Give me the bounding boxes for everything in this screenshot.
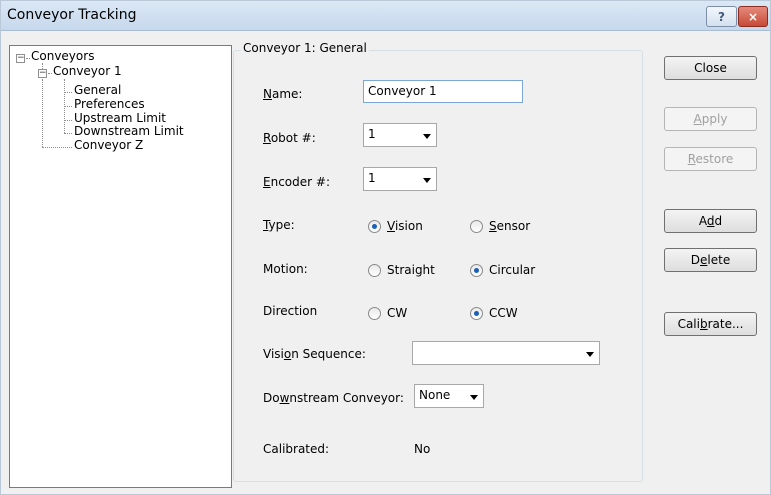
tree-item-conveyor-1[interactable]: Conveyor 1 (53, 64, 122, 78)
window-close-button[interactable]: × (738, 6, 768, 27)
tree-item-preferences[interactable]: Preferences (74, 97, 145, 111)
type-sensor-radio[interactable] (470, 220, 483, 233)
title-bar: Conveyor Tracking ? × (1, 1, 770, 31)
conveyor-tracking-window: Conveyor Tracking ? × − Conveyors − Conv… (0, 0, 771, 495)
direction-ccw-radio[interactable] (470, 307, 483, 320)
collapse-conveyor-1-icon[interactable]: − (38, 69, 47, 78)
tree-item-downstream-limit[interactable]: Downstream Limit (74, 124, 184, 138)
type-sensor-label[interactable]: Sensor (489, 219, 530, 233)
downstream-conveyor-select[interactable]: None (414, 384, 484, 408)
dropdown-arrow-icon (423, 178, 431, 183)
vision-sequence-select[interactable] (412, 341, 600, 365)
conveyor-tree[interactable]: − Conveyors − Conveyor 1 General Prefere… (9, 45, 232, 488)
window-title: Conveyor Tracking (7, 7, 137, 23)
downstream-conveyor-value: None (419, 388, 451, 402)
apply-button[interactable]: Apply (664, 107, 757, 131)
type-vision-label[interactable]: Vision (387, 219, 423, 233)
collapse-conveyors-icon[interactable]: − (16, 54, 25, 63)
tree-item-conveyor-z[interactable]: Conveyor Z (74, 138, 143, 152)
encoder-value: 1 (368, 171, 376, 185)
dropdown-arrow-icon (586, 352, 594, 357)
restore-button[interactable]: Restore (664, 147, 757, 171)
tree-item-conveyors[interactable]: Conveyors (31, 49, 94, 63)
calibrated-label: Calibrated: (263, 442, 330, 456)
downstream-conveyor-label: Downstream Conveyor: (263, 391, 404, 405)
vision-sequence-label: Vision Sequence: (263, 347, 366, 361)
motion-label: Motion: (263, 262, 308, 276)
calibrate-button[interactable]: Calibrate... (664, 312, 757, 336)
direction-label: Direction (263, 304, 318, 318)
motion-circular-radio[interactable] (470, 264, 483, 277)
encoder-label: Encoder #: (263, 175, 330, 189)
close-button[interactable]: Close (664, 56, 757, 80)
name-input[interactable]: Conveyor 1 (363, 80, 523, 103)
type-vision-radio[interactable] (368, 220, 381, 233)
type-label: Type: (263, 218, 295, 232)
groupbox-title: Conveyor 1: General (241, 41, 369, 55)
motion-straight-radio[interactable] (368, 264, 381, 277)
direction-ccw-label[interactable]: CCW (489, 306, 518, 320)
calibrated-value: No (414, 442, 431, 456)
dropdown-arrow-icon (470, 395, 478, 400)
name-label: Name: (263, 87, 303, 101)
tree-item-general[interactable]: General (74, 83, 121, 97)
help-icon: ? (718, 9, 725, 24)
delete-button[interactable]: Delete (664, 248, 757, 272)
dropdown-arrow-icon (423, 134, 431, 139)
motion-straight-label[interactable]: Straight (387, 263, 435, 277)
robot-label: Robot #: (263, 131, 316, 145)
direction-cw-radio[interactable] (368, 307, 381, 320)
motion-circular-label[interactable]: Circular (489, 263, 535, 277)
direction-cw-label[interactable]: CW (387, 306, 407, 320)
add-button[interactable]: Add (664, 209, 757, 233)
robot-select[interactable]: 1 (363, 123, 437, 147)
encoder-select[interactable]: 1 (363, 167, 437, 191)
tree-item-upstream-limit[interactable]: Upstream Limit (74, 111, 166, 125)
close-icon: × (747, 9, 759, 24)
robot-value: 1 (368, 127, 376, 141)
help-button[interactable]: ? (706, 6, 737, 27)
